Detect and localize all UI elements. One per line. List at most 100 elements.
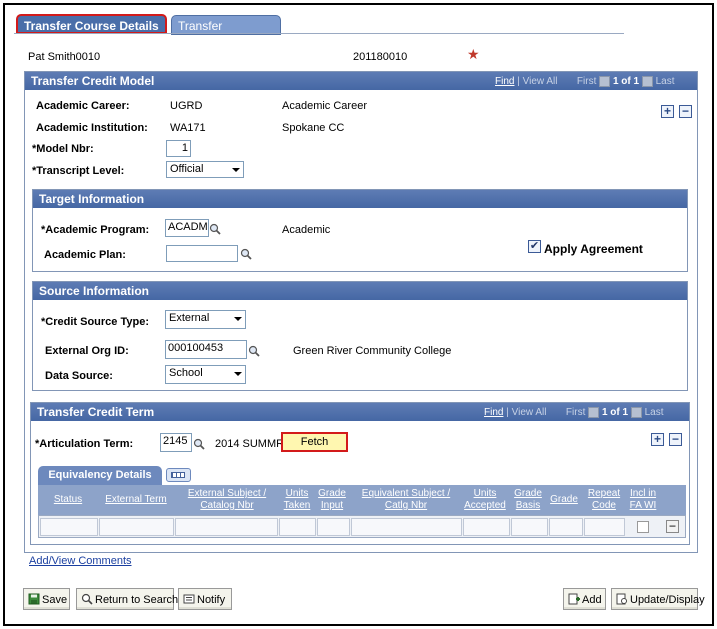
column-header[interactable]: Units Accepted <box>462 488 508 512</box>
magnifier-icon[interactable] <box>248 345 260 357</box>
add-icon <box>568 593 580 605</box>
model-nbr-field[interactable]: 1 <box>166 140 191 157</box>
tab-label: Equivalency Details <box>48 469 152 481</box>
section-header: Target Information <box>33 190 687 208</box>
academic-plan-field[interactable] <box>166 245 238 262</box>
tab-equivalency-details[interactable]: Equivalency Details <box>38 466 162 485</box>
column-header[interactable]: Units Taken <box>278 488 316 512</box>
add-row-icon[interactable]: + <box>661 105 674 118</box>
last-label: Last <box>644 407 664 419</box>
add-button[interactable]: Add <box>563 588 606 610</box>
return-to-search-button[interactable]: Return to Search <box>76 588 178 610</box>
academic-career-desc: Academic Career <box>282 100 367 112</box>
articulation-term-label: *Articulation Term: <box>35 438 134 450</box>
grade-basis-cell[interactable] <box>511 518 548 536</box>
magnifier-icon[interactable] <box>240 248 252 260</box>
incl-fa-wi-checkbox[interactable] <box>637 521 649 533</box>
credit-source-type-label: *Credit Source Type: <box>41 316 149 328</box>
column-header[interactable]: External Subject / Catalog Nbr <box>176 488 278 512</box>
academic-career-label: Academic Career: <box>36 100 130 112</box>
delete-row-icon[interactable]: − <box>679 105 692 118</box>
column-header[interactable]: Repeat Code <box>583 488 625 512</box>
tab-transfer-course-details[interactable]: Transfer Course Details <box>16 14 167 34</box>
column-header[interactable]: Grade <box>547 494 581 506</box>
view-all-link[interactable]: View All <box>512 407 547 418</box>
row-count: 1 of 1 <box>601 407 629 419</box>
last-label: Last <box>655 76 675 88</box>
articulation-term-desc: 2014 SUMMR <box>215 438 285 450</box>
model-nbr-value: 1 <box>181 142 188 154</box>
search-icon <box>81 593 93 605</box>
section-title: Transfer Credit Term <box>37 405 155 419</box>
section-title: Source Information <box>39 284 150 298</box>
magnifier-icon[interactable] <box>209 223 221 235</box>
show-all-columns-icon[interactable] <box>166 468 191 482</box>
update-display-button[interactable]: Update/Display <box>611 588 705 610</box>
units-taken-cell[interactable] <box>279 518 316 536</box>
external-org-id-field[interactable]: 000100453 <box>165 340 247 359</box>
academic-plan-label: Academic Plan: <box>44 249 126 261</box>
data-source-value: School <box>169 367 203 379</box>
delete-row-icon[interactable]: − <box>669 433 682 446</box>
column-header[interactable]: Grade Input <box>316 488 348 512</box>
units-accepted-cell[interactable] <box>463 518 510 536</box>
data-source-select[interactable]: School <box>165 365 246 384</box>
previous-arrow-icon[interactable] <box>599 76 611 87</box>
academic-career-value: UGRD <box>170 100 203 112</box>
academic-program-field[interactable]: ACADM <box>165 219 209 237</box>
credit-source-type-select[interactable]: External <box>165 310 246 329</box>
apply-agreement-checkbox[interactable]: ✔ <box>528 240 541 253</box>
add-label: Add <box>582 594 602 606</box>
first-label: First <box>565 407 586 419</box>
external-org-id-label: External Org ID: <box>45 345 129 357</box>
external-org-id-value: 000100453 <box>168 342 224 354</box>
apply-agreement-label: Apply Agreement <box>544 242 643 256</box>
student-id: 201180010 <box>353 51 408 63</box>
status-cell[interactable] <box>40 518 98 536</box>
academic-institution-desc: Spokane CC <box>282 122 345 134</box>
source-information-section: Source Information <box>32 281 688 391</box>
grade-cell[interactable] <box>549 518 583 536</box>
table-row: − <box>38 515 686 538</box>
academic-institution-label: Academic Institution: <box>36 122 148 134</box>
transcript-level-select[interactable]: Official <box>166 161 244 178</box>
grade-input-cell[interactable] <box>317 518 350 536</box>
delete-row-icon[interactable]: − <box>666 520 679 533</box>
tab-transfer-summary[interactable]: Transfer Summary <box>171 15 281 47</box>
column-header[interactable]: Status <box>38 494 98 506</box>
articulation-term-field[interactable]: 2145 <box>160 433 192 452</box>
column-header[interactable]: Equivalent Subject / Catlg Nbr <box>350 488 462 512</box>
column-header[interactable]: External Term <box>98 494 174 506</box>
find-link[interactable]: Find <box>484 407 503 418</box>
save-button[interactable]: Save <box>23 588 70 610</box>
term-navigation: Find | View All First 1 of 1 Last <box>484 407 664 418</box>
first-label: First <box>576 76 597 88</box>
tab-divider <box>14 33 624 34</box>
view-all-link[interactable]: View All <box>523 76 558 87</box>
save-label: Save <box>42 594 68 606</box>
fetch-button[interactable]: Fetch <box>281 432 348 452</box>
student-name: Pat Smith0010 <box>28 51 101 63</box>
credit-source-type-value: External <box>169 312 210 324</box>
repeat-code-cell[interactable] <box>584 518 625 536</box>
external-term-cell[interactable] <box>99 518 174 536</box>
external-org-desc: Green River Community College <box>293 345 452 357</box>
chevron-down-icon <box>234 372 242 376</box>
nav-separator: | <box>506 407 509 419</box>
notify-button[interactable]: Notify <box>178 588 232 610</box>
external-subject-cell[interactable] <box>175 518 278 536</box>
find-link[interactable]: Find <box>495 76 514 87</box>
magnifier-icon[interactable] <box>193 438 205 450</box>
equivalent-subject-cell[interactable] <box>351 518 462 536</box>
column-header[interactable]: Grade Basis <box>510 488 546 512</box>
fetch-label: Fetch <box>300 436 329 448</box>
next-arrow-icon[interactable] <box>630 407 642 418</box>
column-header[interactable]: Incl in FA WI <box>625 488 661 512</box>
add-row-icon[interactable]: + <box>651 433 664 446</box>
articulation-term-value: 2145 <box>163 435 188 447</box>
previous-arrow-icon[interactable] <box>588 407 600 418</box>
return-to-search-label: Return to Search <box>95 594 179 606</box>
add-view-comments-link[interactable]: Add/View Comments <box>29 555 132 567</box>
next-arrow-icon[interactable] <box>641 76 653 87</box>
equivalency-grid-header: Status External Term External Subject / … <box>38 485 686 515</box>
